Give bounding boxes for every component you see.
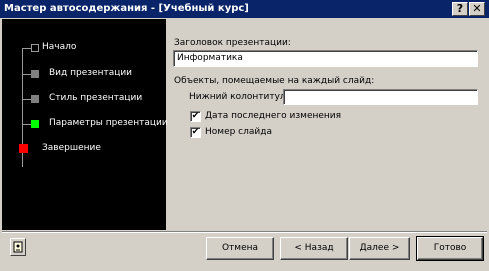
step-finish-label[interactable]: Завершение	[42, 143, 101, 153]
window-title: Мастер автосодержания - [Учебный курс]	[4, 3, 249, 14]
checkmark-icon: ✔	[191, 127, 200, 137]
assistant-icon	[13, 241, 23, 253]
step-view-label[interactable]: Вид презентации	[49, 68, 132, 78]
divider	[2, 231, 487, 233]
back-button[interactable]: < Назад	[280, 237, 348, 260]
step-style-marker	[31, 95, 39, 103]
step-options-marker	[31, 120, 39, 128]
presentation-title-label: Заголовок презентации:	[174, 38, 291, 48]
step-style-label[interactable]: Стиль презентации	[49, 93, 142, 103]
finish-button[interactable]: Готово	[416, 236, 484, 261]
cancel-button[interactable]: Отмена	[206, 237, 274, 260]
next-button[interactable]: Далее >	[349, 237, 410, 260]
office-assistant-button[interactable]	[10, 238, 26, 256]
date-label[interactable]: Дата последнего изменения	[205, 111, 341, 121]
step-start-label[interactable]: Начало	[42, 42, 76, 52]
footer-label: Нижний колонтитул:	[189, 92, 289, 102]
steps-panel: Начало Вид презентации Стиль презентации…	[2, 19, 168, 230]
checkmark-icon: ✔	[191, 111, 200, 121]
close-icon: ✕	[472, 2, 482, 15]
step-options-label[interactable]: Параметры презентации	[49, 118, 168, 128]
objects-label: Объекты, помещаемые на каждый слайд:	[174, 76, 375, 86]
help-title-button[interactable]: ?	[452, 2, 468, 16]
date-checkbox[interactable]: ✔	[190, 111, 201, 122]
step-start-marker	[31, 44, 39, 52]
step-finish-marker	[19, 144, 28, 153]
close-button[interactable]: ✕	[469, 2, 485, 16]
slide-number-checkbox[interactable]: ✔	[190, 127, 201, 138]
presentation-title-input[interactable]: Информатика	[173, 50, 478, 67]
step-view-marker	[31, 70, 39, 78]
title-bar[interactable]: Мастер автосодержания - [Учебный курс] ?…	[0, 0, 489, 18]
slide-number-label[interactable]: Номер слайда	[205, 127, 272, 137]
question-icon: ?	[456, 2, 464, 15]
footer-input[interactable]	[283, 89, 478, 105]
